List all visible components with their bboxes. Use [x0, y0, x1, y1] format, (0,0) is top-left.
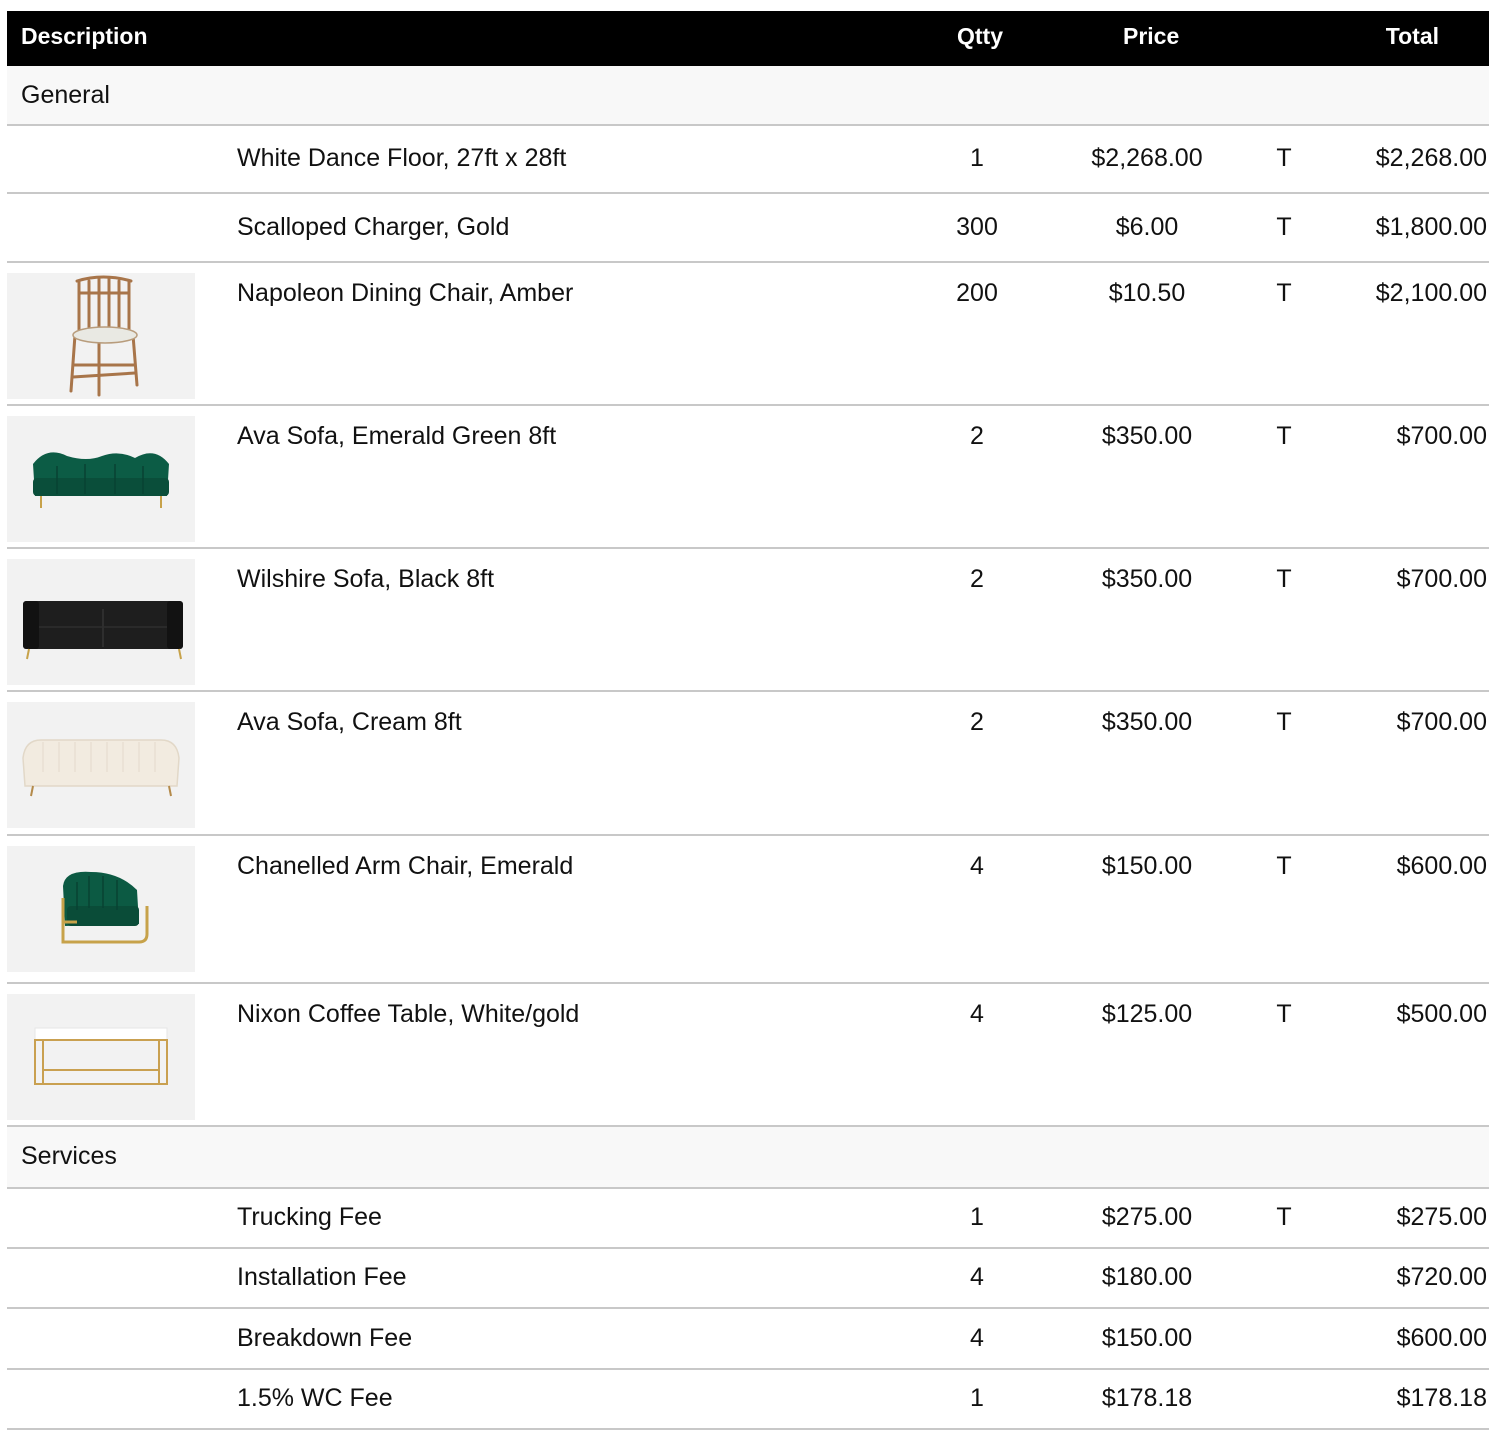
line-item-row: Scalloped Charger, Gold 300 $6.00 T $1,800.0…	[7, 194, 1489, 263]
line-item-row: White Dance Floor, 27ft x 28ft 1 $2,268.00…	[7, 126, 1489, 194]
napoleon-chair-icon	[7, 273, 195, 399]
product-thumbnail	[7, 994, 195, 1120]
table-body: General White Dance Floor, 27ft x 28ft 1 $2…	[7, 66, 1489, 1430]
item-qtty: 4	[970, 1000, 984, 1028]
item-price: $350.00	[1101, 708, 1193, 736]
line-item-row: Ava Sofa, Emerald Green 8ft 2 $350.00 T $700…	[7, 406, 1489, 549]
coffee-table-icon	[7, 994, 195, 1120]
section-header: Services	[7, 1127, 1489, 1189]
line-item-row: Nixon Coffee Table, White/gold 4 $125.00 T $…	[7, 984, 1489, 1127]
item-description: Scalloped Charger, Gold	[237, 212, 510, 241]
product-thumbnail	[7, 702, 195, 828]
item-price: $350.00	[1101, 422, 1193, 450]
line-item-row: Trucking Fee 1 $275.00 T $275.00	[7, 1189, 1489, 1249]
item-price: $275.00	[1101, 1203, 1193, 1231]
line-item-row: Chanelled Arm Chair, Emerald 4 $150.00 T $60…	[7, 836, 1489, 984]
item-description: 1.5% WC Fee	[237, 1384, 393, 1412]
item-total: $700.00	[1396, 708, 1487, 736]
item-total: $1,800.00	[1375, 212, 1487, 241]
line-item-row: Ava Sofa, Cream 8ft 2 $350.00 T $700.00	[7, 692, 1489, 836]
line-item-row: Installation Fee 4 $180.00 $720.00	[7, 1249, 1489, 1309]
section-title: Services	[21, 1142, 117, 1170]
item-description: Wilshire Sofa, Black 8ft	[237, 565, 495, 593]
emerald-sofa-icon	[7, 416, 195, 542]
column-header-description: Description	[21, 23, 148, 49]
section-title: General	[21, 81, 110, 109]
black-sofa-icon	[7, 559, 195, 685]
item-price: $150.00	[1101, 852, 1193, 880]
item-total: $700.00	[1396, 565, 1487, 593]
section-header: General	[7, 66, 1489, 126]
cream-sofa-icon	[7, 702, 195, 828]
item-description: Breakdown Fee	[237, 1323, 413, 1352]
item-description: Chanelled Arm Chair, Emerald	[237, 852, 574, 880]
column-header-price: Price	[1123, 23, 1180, 49]
item-total: $720.00	[1396, 1263, 1487, 1291]
item-tax-flag: T	[1276, 565, 1292, 593]
item-qtty: 1	[970, 144, 984, 172]
item-qtty: 2	[970, 565, 984, 593]
item-total: $500.00	[1396, 1000, 1487, 1028]
item-price: $180.00	[1101, 1263, 1193, 1291]
item-qtty: 2	[970, 708, 984, 736]
item-tax-flag: T	[1276, 279, 1292, 307]
item-qtty: 4	[970, 852, 984, 880]
item-description: Napoleon Dining Chair, Amber	[237, 279, 574, 307]
item-total: $275.00	[1396, 1203, 1487, 1231]
emerald-armchair-icon	[7, 846, 195, 972]
item-total: $600.00	[1396, 852, 1487, 880]
item-total: $2,268.00	[1375, 144, 1487, 172]
item-tax-flag: T	[1276, 852, 1292, 880]
item-description: Ava Sofa, Emerald Green 8ft	[237, 422, 557, 450]
item-description: White Dance Floor, 27ft x 28ft	[237, 144, 567, 172]
line-item-row: Wilshire Sofa, Black 8ft 2 $350.00 T $700.00	[7, 549, 1489, 692]
item-price: $350.00	[1101, 565, 1193, 593]
item-qtty: 1	[970, 1384, 984, 1412]
line-item-row: Breakdown Fee 4 $150.00 $600.00	[7, 1309, 1489, 1370]
item-price: $10.50	[1108, 279, 1186, 307]
item-tax-flag: T	[1276, 422, 1292, 450]
item-qtty: 1	[970, 1203, 984, 1231]
item-tax-flag: T	[1276, 212, 1292, 241]
item-total: $178.18	[1396, 1384, 1487, 1412]
line-item-row: Napoleon Dining Chair, Amber 200 $10.50 T $2…	[7, 263, 1489, 406]
item-tax-flag: T	[1276, 144, 1292, 172]
item-qtty: 2	[970, 422, 984, 450]
item-qtty: 4	[970, 1323, 984, 1352]
column-header-qtty: Qtty	[957, 23, 1003, 49]
item-qtty: 4	[970, 1263, 984, 1291]
item-description: Trucking Fee	[237, 1203, 382, 1231]
item-price: $150.00	[1101, 1323, 1193, 1352]
item-tax-flag: T	[1276, 1000, 1292, 1028]
item-total: $600.00	[1396, 1323, 1487, 1352]
product-thumbnail	[7, 273, 195, 399]
table-header: Description Qtty Price Total	[7, 11, 1489, 66]
product-thumbnail	[7, 846, 195, 972]
item-total: $2,100.00	[1375, 279, 1487, 307]
item-price: $178.18	[1101, 1384, 1193, 1412]
product-thumbnail	[7, 559, 195, 685]
item-description: Ava Sofa, Cream 8ft	[237, 708, 462, 736]
item-price: $2,268.00	[1091, 144, 1203, 172]
item-description: Installation Fee	[237, 1263, 407, 1291]
item-tax-flag: T	[1276, 1203, 1292, 1231]
item-total: $700.00	[1396, 422, 1487, 450]
quote-line-items-table: Description Qtty Price Total General Whit…	[7, 11, 1489, 1430]
product-thumbnail	[7, 416, 195, 542]
item-tax-flag: T	[1276, 708, 1292, 736]
item-qtty: 200	[956, 279, 998, 307]
column-header-total: Total	[1385, 23, 1439, 49]
item-price: $125.00	[1101, 1000, 1193, 1028]
line-item-row: 1.5% WC Fee 1 $178.18 $178.18	[7, 1370, 1489, 1430]
item-qtty: 300	[956, 212, 998, 241]
item-price: $6.00	[1115, 212, 1179, 241]
item-description: Nixon Coffee Table, White/gold	[237, 1000, 580, 1028]
